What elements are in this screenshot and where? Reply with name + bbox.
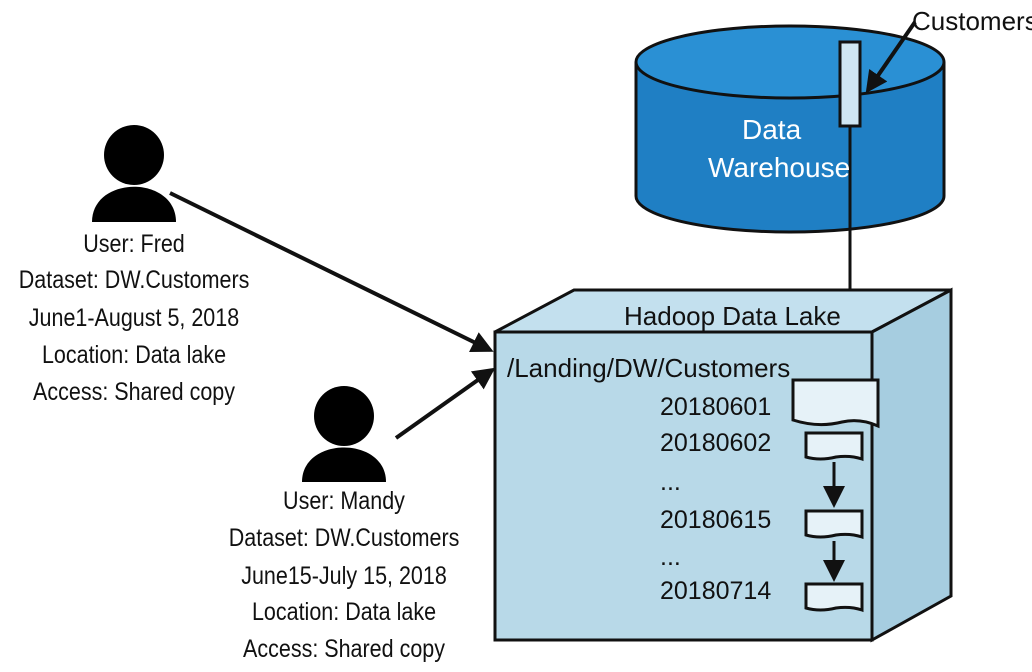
partition-ellipsis-1: ... bbox=[660, 468, 681, 496]
partition-file-20180601 bbox=[791, 378, 880, 429]
warehouse-title-line2: Warehouse bbox=[708, 152, 851, 183]
mandy-date-range: June15-July 15, 2018 bbox=[241, 562, 447, 590]
mandy-access-arrow bbox=[394, 367, 496, 440]
fred-dataset: Dataset: DW.Customers bbox=[18, 266, 250, 294]
user-fred-icon bbox=[92, 125, 176, 222]
lake-path: /Landing/DW/Customers bbox=[507, 353, 791, 383]
fred-location: Location: Data lake bbox=[41, 341, 227, 369]
partition-label-3: 20180615 bbox=[660, 506, 772, 534]
customers-table-bar bbox=[838, 40, 862, 128]
user-mandy-icon bbox=[302, 386, 386, 482]
lake-title: Hadoop Data Lake bbox=[624, 301, 841, 331]
mandy-location: Location: Data lake bbox=[251, 598, 437, 626]
partition-file-20180615 bbox=[804, 509, 864, 540]
diagram-canvas bbox=[92, 20, 953, 643]
partition-label-2: 20180602 bbox=[660, 429, 772, 457]
partition-file-20180714 bbox=[804, 582, 864, 613]
warehouse-title-line1: Data bbox=[742, 114, 802, 145]
partition-file-20180602 bbox=[804, 431, 864, 462]
mandy-access: Access: Shared copy bbox=[243, 635, 445, 663]
partition-ellipsis-2: ... bbox=[660, 543, 681, 571]
fred-access: Access: Shared copy bbox=[33, 378, 235, 406]
fred-user-name: User: Fred bbox=[83, 230, 185, 258]
customers-table-label: Customers bbox=[912, 6, 1032, 36]
mandy-user-name: User: Mandy bbox=[283, 487, 405, 515]
partition-label-1: 20180601 bbox=[660, 393, 772, 421]
partition-label-4: 20180714 bbox=[660, 577, 772, 605]
fred-date-range: June1-August 5, 2018 bbox=[28, 304, 240, 332]
mandy-dataset: Dataset: DW.Customers bbox=[228, 524, 460, 552]
